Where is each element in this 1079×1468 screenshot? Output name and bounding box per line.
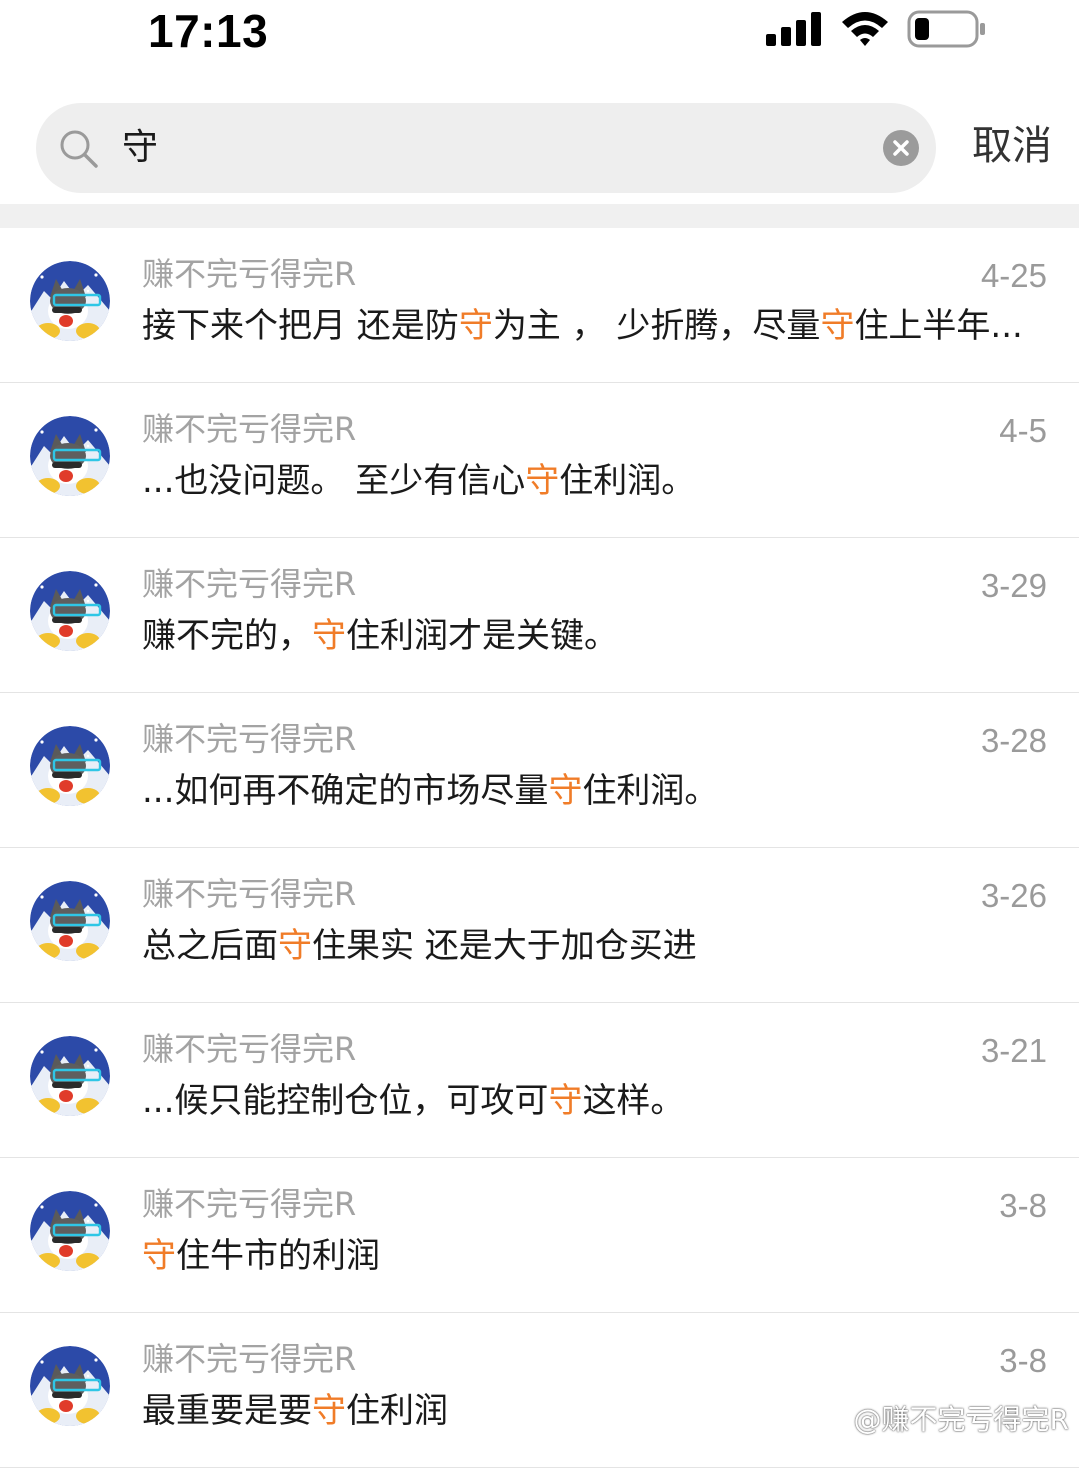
result-item[interactable]: 赚不完亏得完R 4-25 接下来个把月 还是防守为主 ， 少折腾，尽量守住上半年..… [0, 228, 1079, 383]
result-author: 赚不完亏得完R [142, 1185, 357, 1223]
snippet-text: 为主 ， 少折腾，尽量 [492, 306, 821, 346]
result-snippet: ...如何再不确定的市场尽量守住利润。 [142, 767, 1048, 815]
result-date: 3-26 [980, 877, 1047, 914]
watermark: @赚不完亏得完R [804, 1398, 1069, 1438]
result-snippet: 守住牛市的利润 [142, 1232, 1048, 1280]
search-result-list: 赚不完亏得完R 4-25 接下来个把月 还是防守为主 ， 少折腾，尽量守住上半年..… [0, 228, 1079, 1468]
avatar[interactable] [30, 1036, 110, 1116]
result-item[interactable]: 赚不完亏得完R 3-28 ...如何再不确定的市场尽量守住利润。 [0, 693, 1079, 848]
result-date: 4-5 [999, 412, 1047, 449]
result-author: 赚不完亏得完R [142, 720, 357, 758]
avatar[interactable] [30, 726, 110, 806]
result-author: 赚不完亏得完R [142, 410, 357, 448]
avatar[interactable] [30, 261, 110, 341]
snippet-highlight: 守 [820, 306, 855, 346]
result-snippet: ...候只能控制仓位，可攻可守这样。 [142, 1077, 1048, 1125]
result-date: 3-29 [980, 567, 1047, 604]
snippet-text: 最重要是要 [142, 1391, 312, 1431]
result-author: 赚不完亏得完R [142, 1030, 357, 1068]
result-snippet: 总之后面守住果实 还是大于加仓买进 [142, 922, 1048, 970]
watermark-text: @赚不完亏得完R [853, 1403, 1069, 1436]
battery-icon [907, 10, 985, 48]
result-item[interactable]: 赚不完亏得完R 3-29 赚不完的，守住利润才是关键。 [0, 538, 1079, 693]
search-header: 守 取消 [0, 70, 1079, 204]
result-item[interactable]: 赚不完亏得完R 4-5 ...也没问题。 至少有信心守住利润。 [0, 383, 1079, 538]
avatar[interactable] [30, 416, 110, 496]
result-date: 3-8 [999, 1342, 1047, 1379]
search-input[interactable]: 守 [122, 123, 158, 173]
result-author: 赚不完亏得完R [142, 1340, 357, 1378]
result-snippet: 接下来个把月 还是防守为主 ， 少折腾，尽量守住上半年... [142, 302, 1048, 350]
snippet-text: 住利润。 [582, 771, 719, 811]
result-date: 3-8 [999, 1187, 1047, 1224]
result-snippet: ...也没问题。 至少有信心守住利润。 [142, 457, 1048, 505]
weibo-logo-icon [804, 1403, 845, 1435]
status-time: 17:13 [148, 5, 269, 57]
clear-icon[interactable] [883, 130, 919, 166]
snippet-text: 接下来个把月 还是防 [142, 306, 459, 346]
snippet-text: 住利润才是关键。 [346, 616, 618, 656]
wifi-icon [842, 12, 888, 46]
snippet-text: 住果实 还是大于加仓买进 [312, 926, 697, 966]
snippet-highlight: 守 [278, 926, 312, 966]
result-item[interactable]: 赚不完亏得完R 3-26 总之后面守住果实 还是大于加仓买进 [0, 848, 1079, 1003]
avatar[interactable] [30, 571, 110, 651]
search-icon [60, 130, 98, 168]
snippet-highlight: 守 [548, 771, 583, 811]
snippet-text: 赚不完的， [142, 616, 312, 656]
snippet-text: 总之后面 [142, 926, 278, 966]
snippet-text: 住利润。 [559, 461, 696, 501]
snippet-text: 住牛市的利润 [176, 1236, 380, 1276]
snippet-highlight: 守 [458, 306, 493, 346]
snippet-text: ...也没问题。 至少有信心 [142, 461, 526, 501]
result-author: 赚不完亏得完R [142, 255, 357, 293]
snippet-text: 这样。 [582, 1081, 685, 1121]
result-author: 赚不完亏得完R [142, 565, 357, 603]
snippet-text: 住利润 [346, 1391, 448, 1431]
search-box[interactable]: 守 [36, 103, 936, 193]
result-date: 3-28 [980, 722, 1047, 759]
result-date: 3-21 [980, 1032, 1047, 1069]
snippet-text: ...如何再不确定的市场尽量 [142, 771, 549, 811]
result-snippet: 赚不完的，守住利润才是关键。 [142, 612, 1048, 660]
avatar[interactable] [30, 1346, 110, 1426]
snippet-highlight: 守 [548, 1081, 583, 1121]
result-item[interactable]: 赚不完亏得完R 3-8 守住牛市的利润 [0, 1158, 1079, 1313]
avatar[interactable] [30, 1191, 110, 1271]
result-item[interactable]: 赚不完亏得完R 3-21 ...候只能控制仓位，可攻可守这样。 [0, 1003, 1079, 1158]
result-date: 4-25 [980, 257, 1047, 294]
snippet-highlight: 守 [312, 1391, 346, 1431]
signal-icon [766, 12, 821, 46]
snippet-text: ...候只能控制仓位，可攻可 [142, 1081, 549, 1121]
avatar[interactable] [30, 881, 110, 961]
status-bar: 17:13 [0, 0, 1079, 70]
snippet-text: 住上半年... [854, 306, 1023, 346]
result-item[interactable]: 赚不完亏得完R 3-8 最重要是要守住利润 [0, 1313, 1079, 1468]
cancel-button[interactable]: 取消 [972, 118, 1052, 174]
snippet-highlight: 守 [525, 461, 560, 501]
snippet-highlight: 守 [312, 616, 346, 656]
result-author: 赚不完亏得完R [142, 875, 357, 913]
section-divider [0, 204, 1079, 228]
snippet-highlight: 守 [142, 1236, 176, 1276]
